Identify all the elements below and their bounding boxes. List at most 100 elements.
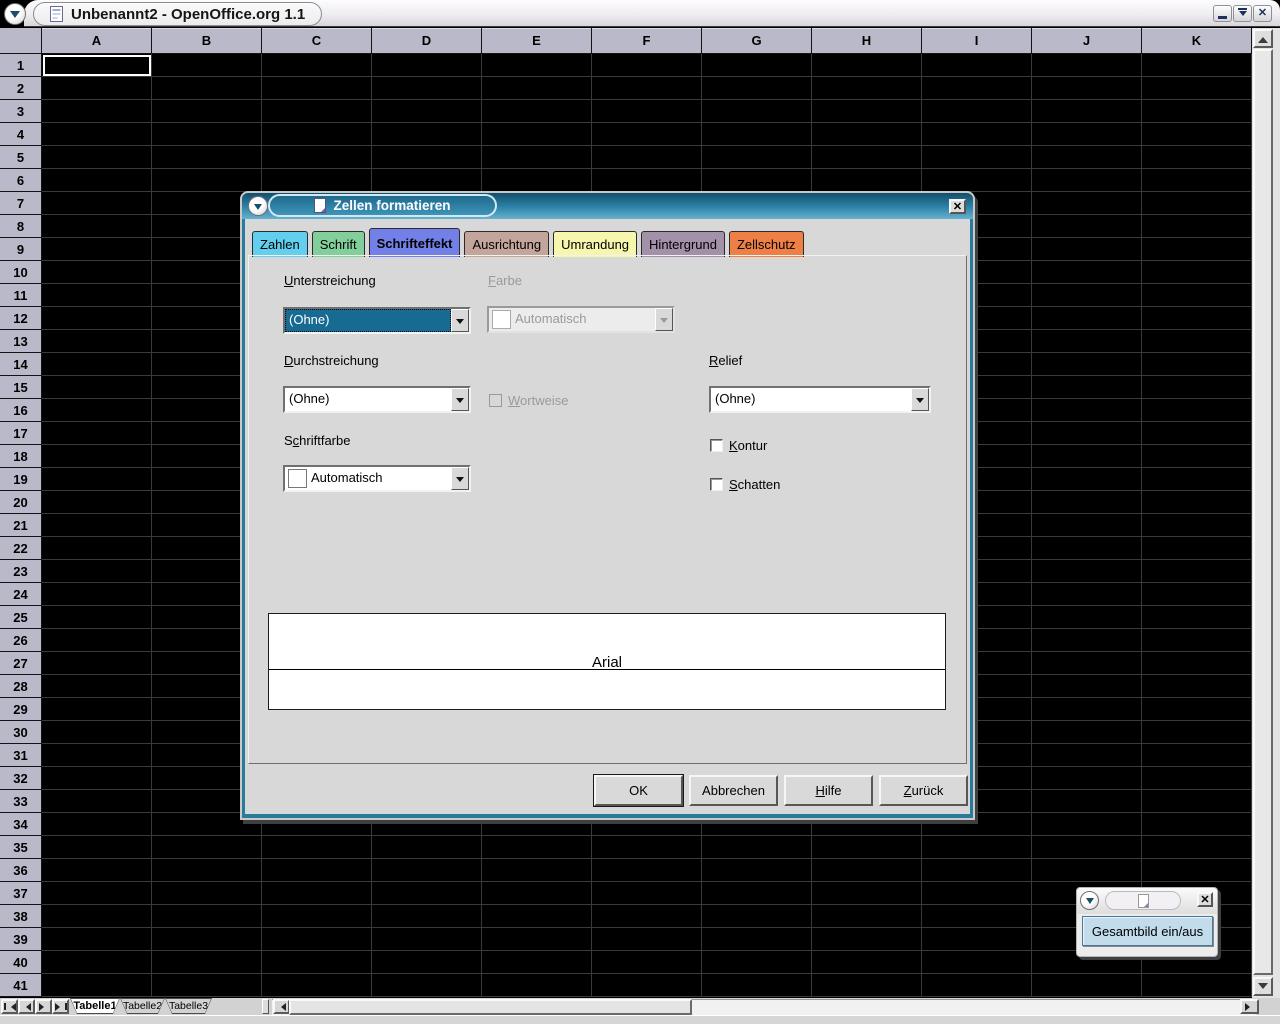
minimize-button[interactable] — [1213, 5, 1232, 22]
tab-scrollbar-splitter[interactable] — [262, 999, 269, 1014]
sheet-tab-tabelle3[interactable]: Tabelle3 — [165, 998, 212, 1014]
column-header-k[interactable]: K — [1142, 28, 1252, 53]
row-header-10[interactable]: 10 — [0, 261, 41, 284]
dialog-tab-zellschutz[interactable]: Zellschutz — [729, 231, 804, 257]
row-header-1[interactable]: 1 — [0, 54, 41, 77]
row-header-31[interactable]: 31 — [0, 744, 41, 767]
previous-sheet-button[interactable] — [18, 999, 35, 1014]
row-header-9[interactable]: 9 — [0, 238, 41, 261]
row-header-33[interactable]: 33 — [0, 790, 41, 813]
row-header-6[interactable]: 6 — [0, 169, 41, 192]
row-header-38[interactable]: 38 — [0, 905, 41, 928]
dialog-tab-schrifteffekt[interactable]: Schrifteffekt — [369, 228, 461, 257]
row-header-13[interactable]: 13 — [0, 330, 41, 353]
dialog-tab-ausrichtung[interactable]: Ausrichtung — [464, 231, 549, 257]
row-header-24[interactable]: 24 — [0, 583, 41, 606]
column-header-b[interactable]: B — [152, 28, 262, 53]
row-header-36[interactable]: 36 — [0, 859, 41, 882]
font-color-select[interactable]: Automatisch — [283, 465, 471, 492]
floating-window-menu-button[interactable] — [1080, 891, 1099, 910]
row-header-26[interactable]: 26 — [0, 629, 41, 652]
dialog-tab-umrandung[interactable]: Umrandung — [553, 231, 637, 257]
column-header-e[interactable]: E — [482, 28, 592, 53]
dialog-menu-button[interactable] — [248, 196, 268, 216]
dialog-tab-zahlen[interactable]: Zahlen — [252, 231, 308, 257]
row-header-22[interactable]: 22 — [0, 537, 41, 560]
sheet-tab-tabelle2[interactable]: Tabelle2 — [120, 998, 165, 1014]
row-header-28[interactable]: 28 — [0, 675, 41, 698]
scroll-right-button[interactable] — [1240, 999, 1259, 1014]
row-header-19[interactable]: 19 — [0, 468, 41, 491]
row-header-41[interactable]: 41 — [0, 974, 41, 997]
row-header-35[interactable]: 35 — [0, 836, 41, 859]
dialog-close-button[interactable]: ✕ — [949, 199, 966, 214]
row-header-15[interactable]: 15 — [0, 376, 41, 399]
column-header-d[interactable]: D — [372, 28, 482, 53]
close-button[interactable]: ✕ — [1253, 5, 1272, 22]
row-header-32[interactable]: 32 — [0, 767, 41, 790]
floating-window-titlebar[interactable]: ✕ — [1077, 888, 1217, 914]
scroll-up-button[interactable] — [1253, 29, 1273, 48]
scroll-down-button[interactable] — [1253, 977, 1273, 996]
strikethrough-dropdown-button[interactable] — [451, 388, 469, 411]
row-header-27[interactable]: 27 — [0, 652, 41, 675]
row-header-20[interactable]: 20 — [0, 491, 41, 514]
last-sheet-button[interactable] — [52, 999, 69, 1014]
sheet-tab-tabelle1[interactable]: Tabelle1 — [70, 998, 120, 1014]
window-menu-button[interactable] — [4, 3, 26, 25]
column-header-c[interactable]: C — [262, 28, 372, 53]
row-header-2[interactable]: 2 — [0, 77, 41, 100]
column-header-i[interactable]: I — [922, 28, 1032, 53]
dialog-tab-hintergrund[interactable]: Hintergrund — [641, 231, 725, 257]
row-header-39[interactable]: 39 — [0, 928, 41, 951]
row-header-23[interactable]: 23 — [0, 560, 41, 583]
row-header-18[interactable]: 18 — [0, 445, 41, 468]
outline-checkbox[interactable] — [710, 439, 723, 452]
row-header-16[interactable]: 16 — [0, 399, 41, 422]
row-header-25[interactable]: 25 — [0, 606, 41, 629]
column-header-a[interactable]: A — [42, 28, 152, 53]
select-all-corner[interactable] — [0, 28, 42, 54]
dialog-titlebar[interactable]: Zellen formatieren ✕ — [242, 193, 973, 219]
vertical-scrollbar[interactable] — [1252, 28, 1280, 998]
next-sheet-button[interactable] — [35, 999, 52, 1014]
shadow-checkbox[interactable] — [710, 478, 723, 491]
floating-window-close-button[interactable]: ✕ — [1197, 892, 1213, 907]
cancel-button[interactable]: Abbrechen — [689, 775, 778, 806]
row-header-8[interactable]: 8 — [0, 215, 41, 238]
ok-button[interactable]: OK — [594, 775, 683, 806]
help-button[interactable]: Hilfe — [784, 775, 873, 806]
row-header-7[interactable]: 7 — [0, 192, 41, 215]
column-header-f[interactable]: F — [592, 28, 702, 53]
dialog-tab-schrift[interactable]: Schrift — [312, 231, 365, 257]
shade-button[interactable] — [1233, 5, 1252, 22]
vertical-scrollbar-thumb[interactable] — [1253, 49, 1273, 975]
row-header-3[interactable]: 3 — [0, 100, 41, 123]
underline-dropdown-button[interactable] — [451, 309, 469, 332]
column-header-j[interactable]: J — [1032, 28, 1142, 53]
row-header-12[interactable]: 12 — [0, 307, 41, 330]
row-header-29[interactable]: 29 — [0, 698, 41, 721]
strikethrough-select[interactable]: (Ohne) — [283, 386, 471, 413]
horizontal-scrollbar-thumb[interactable] — [289, 999, 692, 1015]
row-header-4[interactable]: 4 — [0, 123, 41, 146]
row-header-17[interactable]: 17 — [0, 422, 41, 445]
back-button[interactable]: Zurück — [879, 775, 968, 806]
toggle-overview-button[interactable]: Gesamtbild ein/aus — [1082, 916, 1213, 946]
column-header-g[interactable]: G — [702, 28, 812, 53]
row-header-40[interactable]: 40 — [0, 951, 41, 974]
row-header-30[interactable]: 30 — [0, 721, 41, 744]
first-sheet-button[interactable] — [1, 999, 18, 1014]
row-header-14[interactable]: 14 — [0, 353, 41, 376]
row-header-5[interactable]: 5 — [0, 146, 41, 169]
underline-select[interactable]: (Ohne) — [283, 307, 471, 334]
column-header-h[interactable]: H — [812, 28, 922, 53]
relief-select[interactable]: (Ohne) — [709, 386, 931, 413]
row-header-21[interactable]: 21 — [0, 514, 41, 537]
row-header-37[interactable]: 37 — [0, 882, 41, 905]
scroll-left-button[interactable] — [273, 999, 290, 1014]
relief-dropdown-button[interactable] — [911, 388, 929, 411]
active-cell-selection[interactable] — [43, 55, 151, 76]
font-color-dropdown-button[interactable] — [451, 467, 469, 490]
row-header-34[interactable]: 34 — [0, 813, 41, 836]
